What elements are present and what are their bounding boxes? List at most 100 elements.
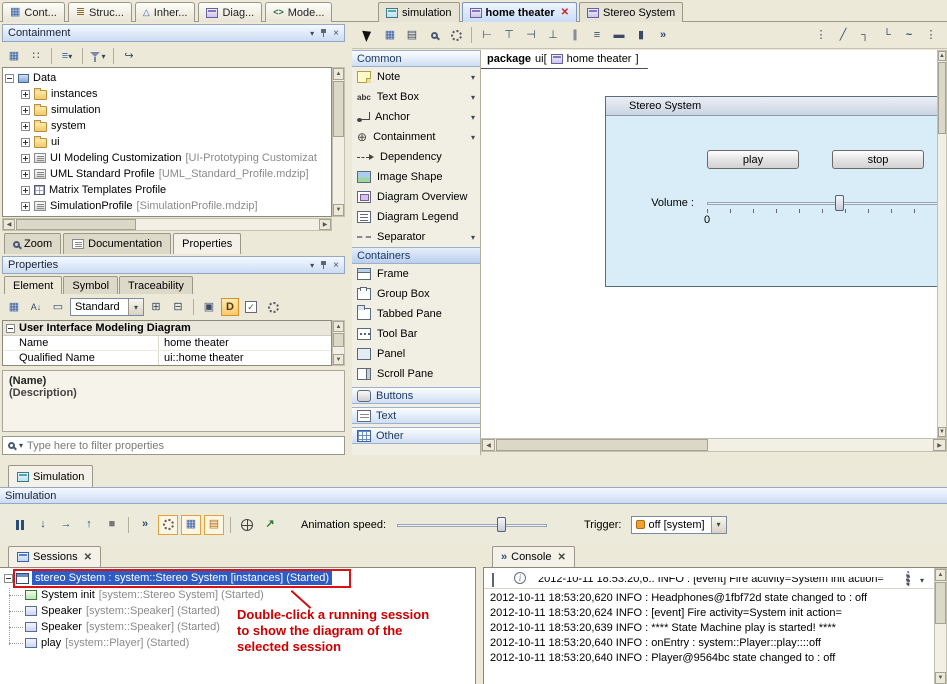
- palette-item-tool-bar[interactable]: Tool Bar: [352, 324, 480, 344]
- customize-icon[interactable]: [263, 297, 283, 317]
- animation-speed-slider[interactable]: [397, 516, 549, 534]
- palette-item-note[interactable]: Note: [352, 67, 480, 87]
- tab-structure[interactable]: Struc...: [68, 2, 132, 22]
- property-row[interactable]: Qualified Name ui::home theater: [3, 351, 331, 366]
- tree-item[interactable]: ui: [5, 134, 331, 150]
- palette-section-text[interactable]: Text: [352, 407, 480, 424]
- collapse-icon[interactable]: [6, 324, 15, 333]
- tab-symbol[interactable]: Symbol: [63, 276, 118, 294]
- tab-documentation[interactable]: Documentation: [63, 233, 171, 254]
- tab-element[interactable]: Element: [4, 276, 62, 294]
- palette-item-image-shape[interactable]: Image Shape: [352, 167, 480, 187]
- sort-alphabetically-icon[interactable]: [26, 297, 46, 317]
- scroll-thumb[interactable]: [935, 582, 946, 624]
- dropdown-arrow-icon[interactable]: [471, 72, 475, 83]
- align-right-icon[interactable]: [521, 25, 541, 45]
- options-icon[interactable]: [26, 46, 46, 66]
- tab-containment[interactable]: Cont...: [2, 2, 65, 22]
- containment-vscrollbar[interactable]: ▲ ▼: [332, 67, 345, 217]
- palette-item-separator[interactable]: Separator: [352, 227, 480, 247]
- pin-icon[interactable]: [320, 28, 327, 38]
- dropdown-arrow-icon[interactable]: [471, 112, 475, 123]
- console-settings-icon[interactable]: [906, 573, 910, 585]
- scroll-down-icon[interactable]: ▼: [935, 672, 946, 684]
- session-row[interactable]: play [system::Player] (Started): [25, 637, 189, 649]
- tab-console[interactable]: Console ✕: [492, 546, 575, 567]
- collapse-icon[interactable]: [5, 74, 14, 83]
- step-over-icon[interactable]: [56, 515, 76, 535]
- collapse-icon[interactable]: [4, 574, 13, 583]
- close-tab-icon[interactable]: ✕: [561, 7, 569, 18]
- copy-icon[interactable]: [199, 297, 219, 317]
- scroll-down-icon[interactable]: ▼: [333, 204, 344, 216]
- tree-item[interactable]: simulation: [5, 102, 331, 118]
- canvas-vscrollbar[interactable]: ▲ ▼: [937, 50, 947, 438]
- scroll-up-icon[interactable]: ▲: [333, 321, 344, 332]
- scroll-up-icon[interactable]: ▲: [935, 569, 946, 581]
- tab-traceability[interactable]: Traceability: [119, 276, 193, 294]
- tab-properties[interactable]: Properties: [173, 233, 241, 254]
- scroll-thumb[interactable]: [496, 439, 708, 451]
- scroll-left-icon[interactable]: ◀: [482, 439, 495, 451]
- categorized-view-icon[interactable]: [4, 297, 24, 317]
- canvas-hscrollbar[interactable]: ◀ ▶: [481, 438, 947, 452]
- tree-item-data[interactable]: Data: [5, 70, 331, 86]
- selection-tool-icon[interactable]: [358, 25, 378, 45]
- palette-item-frame[interactable]: Frame: [352, 264, 480, 284]
- tab-simulation[interactable]: Simulation: [8, 465, 93, 487]
- tree-item[interactable]: system: [5, 118, 331, 134]
- scroll-up-icon[interactable]: ▲: [333, 68, 344, 80]
- animation-toggle-icon[interactable]: [158, 515, 178, 535]
- zoom-tool-icon[interactable]: [424, 25, 444, 45]
- property-value[interactable]: ui::home theater: [159, 351, 331, 365]
- dropdown-arrow-icon[interactable]: [471, 232, 475, 243]
- close-icon[interactable]: ×: [333, 28, 339, 39]
- tree-view-icon[interactable]: [57, 46, 77, 66]
- same-width-icon[interactable]: [609, 25, 629, 45]
- close-tab-icon[interactable]: ✕: [84, 552, 92, 563]
- close-icon[interactable]: ×: [333, 260, 339, 271]
- expand-icon[interactable]: [21, 154, 30, 163]
- distribute-vertical-icon[interactable]: [587, 25, 607, 45]
- tree-item[interactable]: UI Modeling Customization[UI-Prototyping…: [5, 150, 331, 166]
- spline-path-icon[interactable]: [899, 25, 919, 45]
- expand-all-icon[interactable]: [146, 297, 166, 317]
- session-row[interactable]: System init [system::Stereo System] (Sta…: [25, 589, 264, 601]
- run-fast-icon[interactable]: [135, 515, 155, 535]
- web-server-icon[interactable]: [237, 515, 257, 535]
- volume-slider-handle[interactable]: [835, 195, 844, 211]
- trigger-select[interactable]: off [system]: [631, 516, 727, 534]
- console-log[interactable]: 2012-10-11 18:53:20,620 INFO : Headphone…: [490, 592, 931, 667]
- palette-item-text-box[interactable]: abcText Box: [352, 87, 480, 107]
- slider-handle[interactable]: [497, 517, 506, 532]
- tab-diagrams[interactable]: Diag...: [198, 2, 262, 22]
- expand-icon[interactable]: [21, 106, 30, 115]
- tree-item[interactable]: UML Standard Profile[UML_Standard_Profil…: [5, 166, 331, 182]
- volume-slider-track[interactable]: [707, 202, 937, 205]
- dropdown-arrow-icon[interactable]: [711, 517, 726, 533]
- filter-options-icon[interactable]: [19, 440, 23, 451]
- tab-model-extensions[interactable]: Mode...: [265, 2, 332, 22]
- tab-zoom[interactable]: Zoom: [4, 233, 61, 254]
- chart-toggle-icon[interactable]: [204, 515, 224, 535]
- tree-item[interactable]: instances: [5, 86, 331, 102]
- step-out-icon[interactable]: [79, 515, 99, 535]
- scroll-thumb[interactable]: [333, 81, 344, 137]
- bezier-path-icon[interactable]: [877, 25, 897, 45]
- scroll-left-icon[interactable]: ◀: [3, 219, 15, 230]
- palette-item-anchor[interactable]: Anchor: [352, 107, 480, 127]
- dropdown-arrow-icon[interactable]: [920, 575, 924, 586]
- slider-track[interactable]: [397, 524, 547, 527]
- palette-item-scroll-pane[interactable]: Scroll Pane: [352, 364, 480, 384]
- close-tab-icon[interactable]: ✕: [557, 552, 565, 563]
- palette-section-containers[interactable]: Containers: [352, 247, 480, 264]
- scroll-down-icon[interactable]: ▼: [333, 354, 344, 365]
- scroll-thumb[interactable]: [333, 333, 344, 347]
- expand-icon[interactable]: [21, 90, 30, 99]
- checkbox-display-icon[interactable]: ✓: [241, 297, 261, 317]
- containment-hscrollbar[interactable]: ◀ ▶: [2, 218, 332, 231]
- grid-icon[interactable]: [380, 25, 400, 45]
- collapse-all-icon[interactable]: [168, 297, 188, 317]
- toolbar-overflow-icon[interactable]: [653, 25, 673, 45]
- scroll-right-icon[interactable]: ▶: [933, 439, 946, 451]
